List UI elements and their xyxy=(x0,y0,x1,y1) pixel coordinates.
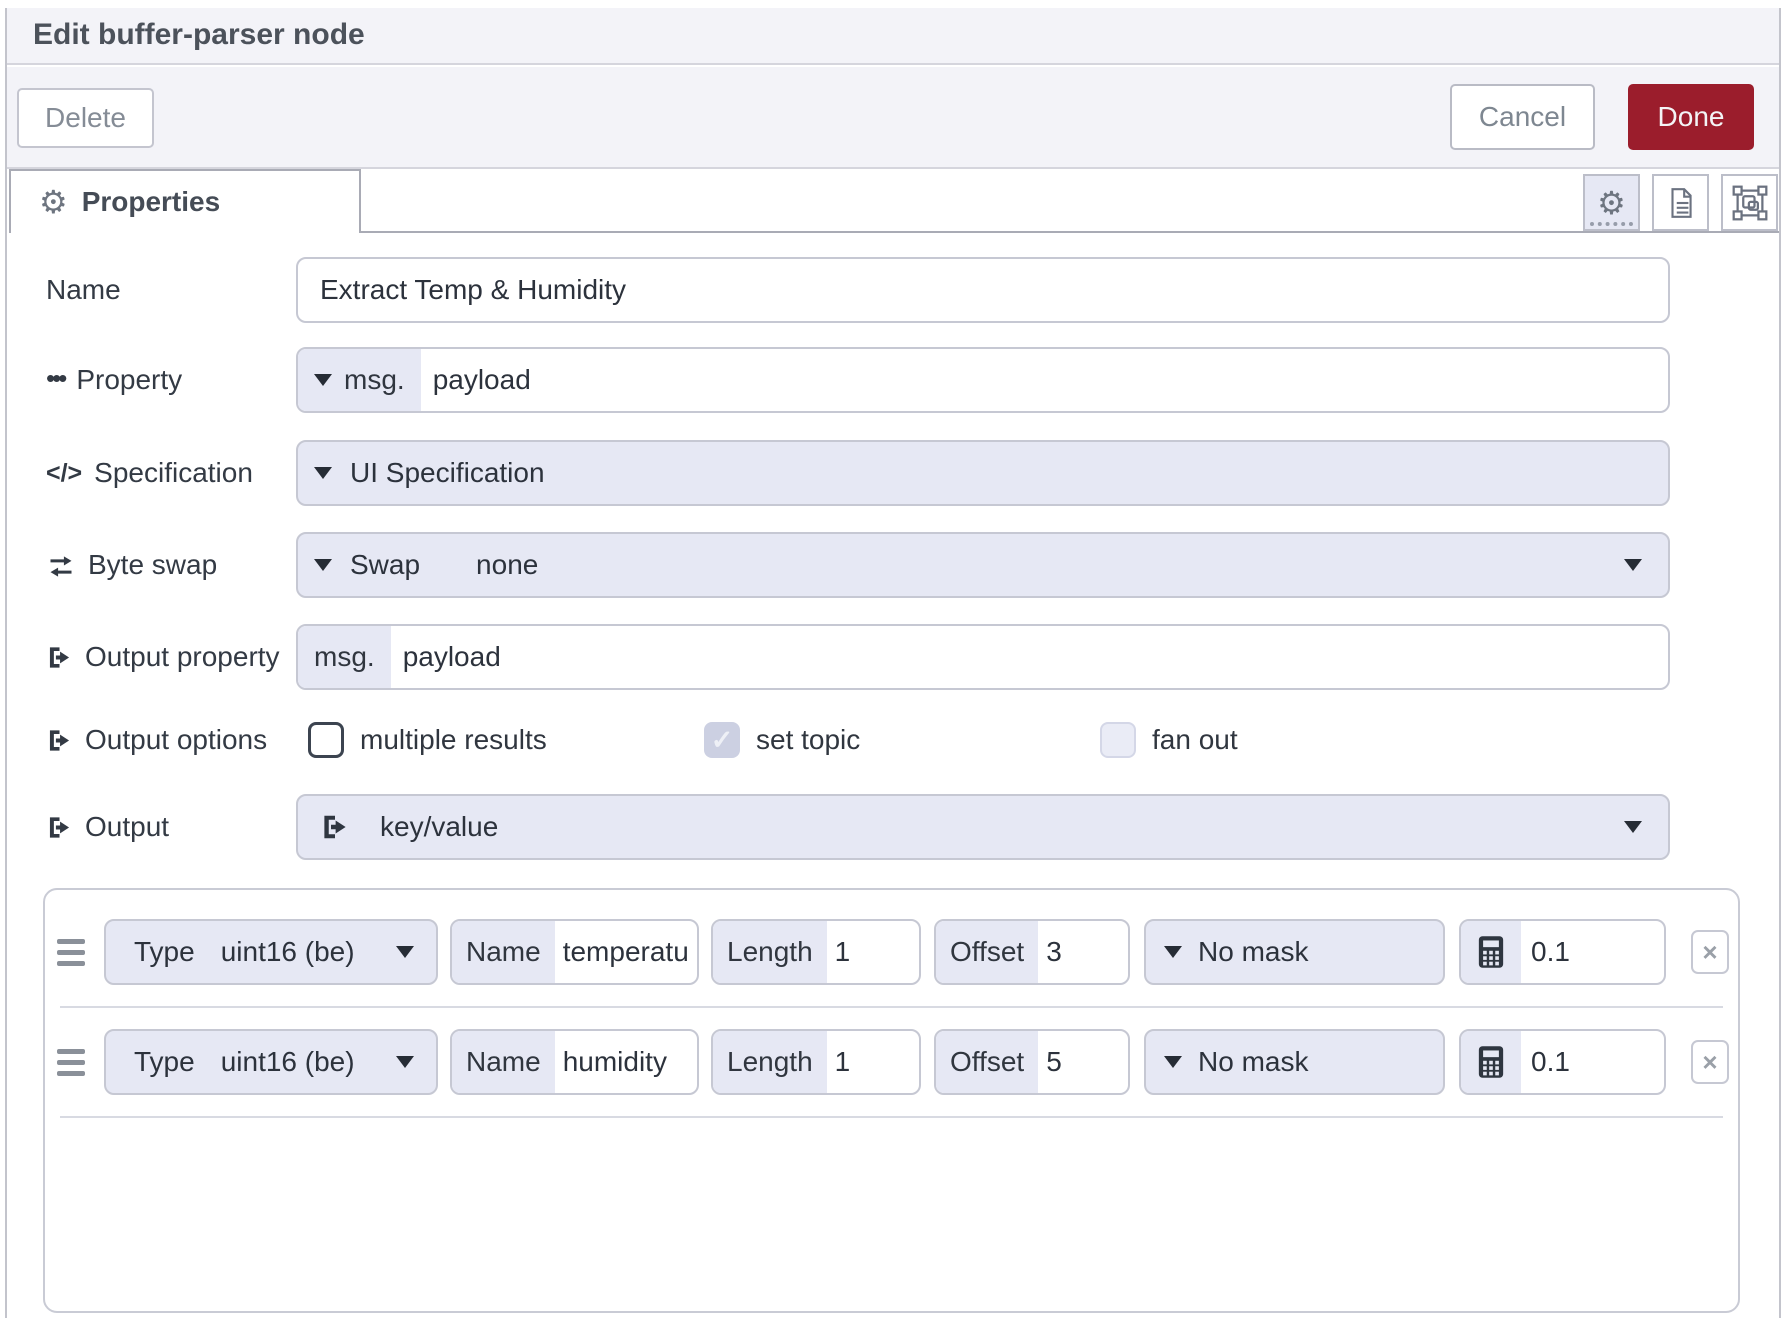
tab-properties-label: Properties xyxy=(82,186,221,218)
ellipsis-icon: ••• xyxy=(46,365,64,391)
chevron-down-icon xyxy=(314,559,332,571)
document-icon xyxy=(1664,186,1698,220)
dialog-left-border xyxy=(5,8,7,1318)
sign-out-icon xyxy=(46,644,73,671)
object-group-icon xyxy=(1732,185,1768,221)
tab-button-description[interactable] xyxy=(1652,174,1709,231)
output-property-label: Output property xyxy=(46,641,280,673)
item-type-select[interactable]: Type uint16 (be) xyxy=(104,919,438,985)
property-field[interactable]: msg. xyxy=(296,347,1670,413)
chevron-down-icon xyxy=(1164,946,1182,958)
chevron-down-icon xyxy=(396,946,414,958)
calculator-icon xyxy=(1461,1031,1521,1093)
byte-swap-select[interactable]: Swap none xyxy=(296,532,1670,598)
chevron-down-icon xyxy=(314,467,332,479)
item-name-prefix: Name xyxy=(452,921,555,983)
item-type-select[interactable]: Type uint16 (be) xyxy=(104,1029,438,1095)
item-length-input[interactable] xyxy=(827,921,919,983)
output-property-input[interactable] xyxy=(391,626,1668,688)
chevron-down-icon xyxy=(314,374,332,386)
item-offset-prefix: Offset xyxy=(936,921,1038,983)
chevron-down-icon xyxy=(1164,1056,1182,1068)
tabbar-bottom-line xyxy=(361,231,1779,233)
item-mask-select[interactable]: No mask xyxy=(1144,919,1445,985)
item-offset-input[interactable] xyxy=(1038,921,1128,983)
sign-out-icon xyxy=(46,727,73,754)
list-row-separator xyxy=(60,1116,1723,1118)
close-icon: × xyxy=(1702,1047,1717,1078)
set-topic-label: set topic xyxy=(756,724,860,756)
done-button[interactable]: Done xyxy=(1628,84,1754,150)
name-field[interactable] xyxy=(296,257,1670,323)
calculator-icon xyxy=(1461,921,1521,983)
output-property-field[interactable]: msg. xyxy=(296,624,1670,690)
specification-select[interactable]: UI Specification xyxy=(296,440,1670,506)
item-offset-input[interactable] xyxy=(1038,1031,1128,1093)
item-length-input[interactable] xyxy=(827,1031,919,1093)
property-type-dropdown[interactable]: msg. xyxy=(298,349,421,411)
drag-handle-icon[interactable] xyxy=(57,939,85,966)
cancel-button[interactable]: Cancel xyxy=(1450,84,1595,150)
dialog-title: Edit buffer-parser node xyxy=(33,18,365,52)
tab-button-properties[interactable]: ⚙ xyxy=(1583,174,1640,231)
output-label: Output xyxy=(46,811,169,843)
gear-icon: ⚙ xyxy=(39,186,68,218)
specification-label: </> Specification xyxy=(46,457,253,489)
code-icon: </> xyxy=(46,459,82,488)
dialog-right-border xyxy=(1779,8,1781,1318)
item-length-prefix: Length xyxy=(713,1031,827,1093)
item-length-field[interactable]: Length xyxy=(711,1029,921,1095)
output-select[interactable]: key/value xyxy=(296,794,1670,860)
fan-out-label: fan out xyxy=(1152,724,1238,756)
output-options-label: Output options xyxy=(46,724,267,756)
swap-arrows-icon xyxy=(46,551,76,579)
tab-properties[interactable]: ⚙ Properties xyxy=(9,169,361,233)
drag-handle-icon[interactable] xyxy=(57,1049,85,1076)
name-label: Name xyxy=(46,274,121,306)
chevron-down-icon xyxy=(1624,821,1642,833)
item-offset-field[interactable]: Offset xyxy=(934,1029,1130,1095)
sign-out-icon xyxy=(320,812,350,842)
gear-icon: ⚙ xyxy=(1597,187,1626,219)
item-name-field[interactable]: Name xyxy=(450,1029,699,1095)
property-input[interactable] xyxy=(421,349,1668,411)
item-name-input[interactable] xyxy=(555,1031,697,1093)
item-offset-field[interactable]: Offset xyxy=(934,919,1130,985)
name-input[interactable] xyxy=(298,259,1668,321)
chevron-down-icon xyxy=(1624,559,1642,571)
chevron-down-icon xyxy=(396,1056,414,1068)
byte-swap-label: Byte swap xyxy=(46,549,217,581)
item-mask-select[interactable]: No mask xyxy=(1144,1029,1445,1095)
fan-out-checkbox[interactable] xyxy=(1100,722,1136,758)
item-name-input[interactable] xyxy=(555,921,697,983)
item-scale-field[interactable] xyxy=(1459,1029,1666,1095)
item-length-field[interactable]: Length xyxy=(711,919,921,985)
delete-button[interactable]: Delete xyxy=(17,88,154,148)
output-property-prefix: msg. xyxy=(298,626,391,688)
item-offset-prefix: Offset xyxy=(936,1031,1038,1093)
active-tab-dotted-indicator xyxy=(1590,222,1633,226)
property-label: ••• Property xyxy=(46,364,182,396)
dialog-header: Edit buffer-parser node xyxy=(7,8,1779,65)
item-scale-input[interactable] xyxy=(1521,921,1664,983)
remove-item-button[interactable]: × xyxy=(1691,1040,1729,1084)
item-length-prefix: Length xyxy=(713,921,827,983)
multiple-results-label: multiple results xyxy=(360,724,547,756)
item-name-prefix: Name xyxy=(452,1031,555,1093)
list-row-separator xyxy=(60,1006,1723,1008)
remove-item-button[interactable]: × xyxy=(1691,930,1729,974)
set-topic-checkbox[interactable]: ✓ xyxy=(704,722,740,758)
item-scale-input[interactable] xyxy=(1521,1031,1664,1093)
sign-out-icon xyxy=(46,814,73,841)
close-icon: × xyxy=(1702,937,1717,968)
item-scale-field[interactable] xyxy=(1459,919,1666,985)
item-name-field[interactable]: Name xyxy=(450,919,699,985)
edit-node-dialog: Edit buffer-parser node Delete Cancel Do… xyxy=(0,0,1786,1318)
tab-button-appearance[interactable] xyxy=(1721,174,1778,231)
check-icon: ✓ xyxy=(711,725,734,756)
multiple-results-checkbox[interactable] xyxy=(308,722,344,758)
